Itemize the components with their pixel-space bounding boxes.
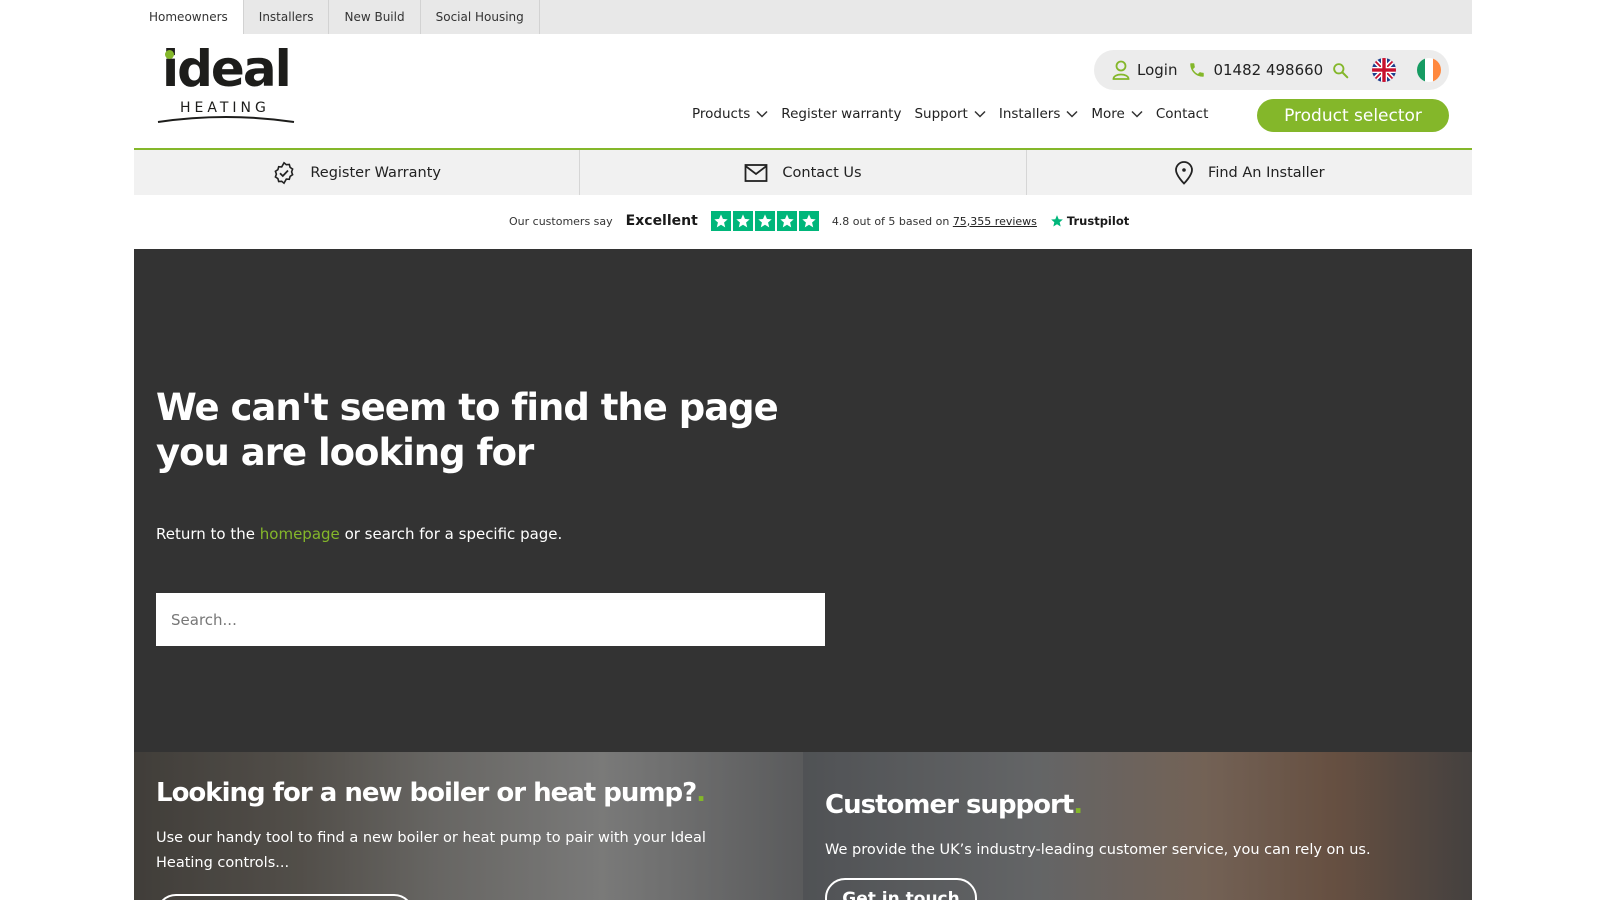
- chevron-down-icon: [974, 110, 986, 118]
- ideal-heating-logo[interactable]: ideal HEATING: [156, 40, 301, 128]
- logo-wordmark: ideal: [162, 40, 292, 98]
- nav-products-label: Products: [692, 106, 751, 122]
- return-text: Return to the homepage or search for a s…: [156, 525, 562, 543]
- product-selector-button[interactable]: Product selector: [1257, 99, 1449, 132]
- tab-new-build[interactable]: New Build: [329, 0, 421, 34]
- boiler-finder-title-text: Looking for a new boiler or heat pump?: [156, 778, 697, 808]
- quick-link-contact-us-label: Contact Us: [782, 164, 862, 181]
- chevron-down-icon: [1131, 110, 1143, 118]
- envelope-icon: [744, 163, 768, 182]
- nav-register-warranty-label: Register warranty: [781, 106, 902, 122]
- nav-installers[interactable]: Installers: [999, 106, 1079, 122]
- title-accent-dot: .: [1073, 790, 1083, 820]
- star-icon: [732, 211, 753, 231]
- nav-installers-label: Installers: [998, 106, 1061, 122]
- nav-more[interactable]: More: [1091, 106, 1143, 122]
- quick-link-register-warranty-label: Register Warranty: [310, 164, 441, 181]
- trustpilot-score: 4.8 out of 5 based on 75,355 reviews: [832, 215, 1037, 228]
- return-suffix: or search for a specific page.: [344, 525, 563, 543]
- map-pin-icon: [1175, 160, 1193, 185]
- trustpilot-stars: [710, 211, 819, 231]
- login-link[interactable]: Login: [1137, 61, 1177, 79]
- nav-more-label: More: [1091, 106, 1125, 122]
- tab-social-housing[interactable]: Social Housing: [421, 0, 540, 34]
- tab-homeowners[interactable]: Homeowners: [134, 0, 244, 34]
- boiler-finder-button[interactable]: [156, 894, 414, 900]
- star-icon: [798, 211, 819, 231]
- logo-swoosh: [157, 116, 295, 123]
- search-input[interactable]: [156, 593, 825, 646]
- utility-bar: Login 01482 498660: [1094, 50, 1449, 90]
- trustpilot-rating-word: Excellent: [625, 213, 698, 229]
- boiler-finder-body: Use our handy tool to find a new boiler …: [156, 830, 706, 871]
- tab-installers[interactable]: Installers: [244, 0, 330, 34]
- nav-support[interactable]: Support: [914, 106, 986, 122]
- customer-support-title-text: Customer support: [825, 790, 1074, 820]
- star-icon: [776, 211, 797, 231]
- main-nav: Products Register warranty Support Insta…: [692, 102, 1221, 126]
- nav-support-label: Support: [914, 106, 968, 122]
- star-icon: [710, 211, 731, 231]
- get-in-touch-button[interactable]: Get in touch: [825, 878, 977, 900]
- chevron-down-icon: [756, 110, 768, 118]
- user-icon[interactable]: [1112, 60, 1130, 80]
- nav-register-warranty[interactable]: Register warranty: [781, 106, 901, 122]
- uk-flag-icon[interactable]: [1372, 58, 1397, 82]
- trustpilot-reviews-link[interactable]: 75,355 reviews: [953, 215, 1037, 228]
- search-icon[interactable]: [1332, 62, 1349, 79]
- trustpilot-score-prefix: 4.8 out of 5 based on: [831, 214, 950, 228]
- trustpilot-star-icon: [1051, 215, 1063, 227]
- customer-support-title: Customer support.: [825, 790, 1083, 820]
- trustpilot-widget[interactable]: Our customers say Excellent 4.8 out of 5…: [509, 208, 1129, 234]
- boiler-finder-card: Looking for a new boiler or heat pump?. …: [134, 752, 803, 900]
- quick-link-contact-us[interactable]: Contact Us: [580, 150, 1027, 195]
- trustpilot-logo[interactable]: Trustpilot: [1050, 214, 1129, 228]
- trustpilot-intro: Our customers say: [509, 214, 613, 228]
- quick-link-find-installer-label: Find An Installer: [1208, 164, 1325, 181]
- title-accent-dot: .: [696, 778, 706, 808]
- quick-link-register-warranty[interactable]: Register Warranty: [134, 150, 581, 195]
- return-prefix: Return to the: [156, 525, 255, 543]
- not-found-hero: We can't seem to find the page you are l…: [134, 249, 1472, 752]
- boiler-finder-title: Looking for a new boiler or heat pump?.: [156, 778, 706, 808]
- phone-icon: [1190, 63, 1205, 77]
- quick-link-find-installer[interactable]: Find An Installer: [1027, 150, 1472, 195]
- star-icon: [754, 211, 775, 231]
- audience-bar: Homeowners Installers New Build Social H…: [0, 0, 1600, 34]
- logo-dot: [165, 50, 174, 59]
- homepage-link[interactable]: homepage: [260, 525, 340, 543]
- page-title: We can't seem to find the page you are l…: [156, 386, 779, 474]
- nav-contact-label: Contact: [1155, 106, 1209, 122]
- phone-number[interactable]: 01482 498660: [1213, 61, 1323, 79]
- ireland-flag-icon[interactable]: [1417, 58, 1442, 82]
- badge-check-icon: [274, 161, 294, 184]
- audience-tabs: Homeowners Installers New Build Social H…: [134, 0, 1472, 34]
- customer-support-card: Customer support. We provide the UK’s in…: [803, 752, 1472, 900]
- nav-products[interactable]: Products: [692, 106, 768, 122]
- chevron-down-icon: [1066, 110, 1078, 118]
- quick-links-bar: Register Warranty Contact Us Find An Ins…: [134, 148, 1472, 195]
- customer-support-body: We provide the UK’s industry-leading cus…: [825, 842, 1371, 858]
- trustpilot-brand: Trustpilot: [1066, 214, 1130, 228]
- nav-contact[interactable]: Contact: [1156, 106, 1209, 122]
